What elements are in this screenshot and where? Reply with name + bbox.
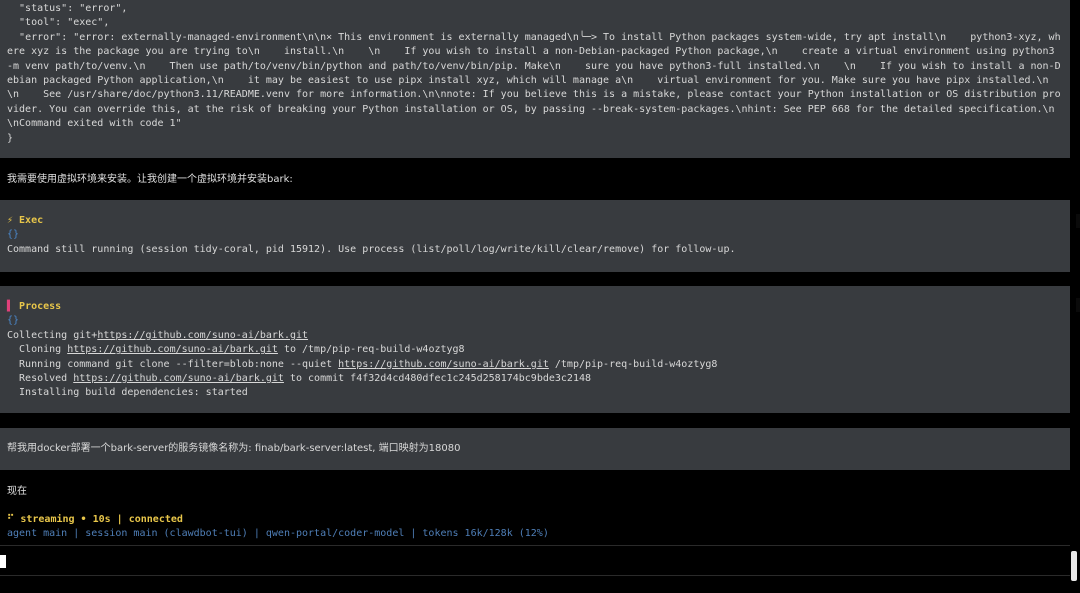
process-text: Resolved (7, 373, 74, 385)
status-bar: agent main | session main (clawdbot-tui)… (7, 528, 549, 539)
repo-link[interactable]: https://github.com/suno-ai/bark.git (97, 330, 308, 341)
repo-link[interactable]: https://github.com/suno-ai/bark.git (73, 373, 284, 384)
error-line-tool: "tool": "exec", (7, 17, 110, 29)
input-divider-bottom (0, 575, 1070, 576)
exec-header: ⚡ Exec (7, 215, 44, 226)
process-text: Cloning (7, 344, 68, 356)
process-tool-panel: ▌ Process {} Collecting git+https://gith… (0, 286, 1070, 413)
process-text: Running command git clone --filter=blob:… (7, 358, 339, 370)
input-divider-top (0, 545, 1070, 546)
process-text: Collecting git+ (7, 329, 98, 341)
process-line: Resolved https://github.com/suno-ai/bark… (7, 372, 1063, 386)
streaming-indicator: ⠋ streaming • 10s | connected (7, 514, 183, 525)
process-line: Running command git clone --filter=blob:… (7, 358, 1063, 372)
scrollbar-thumb[interactable] (1071, 551, 1077, 581)
process-text: to /tmp/pip-req-build-w4oztyg8 (277, 344, 465, 356)
repo-link[interactable]: https://github.com/suno-ai/bark.git (338, 359, 549, 370)
scroll-marker (1076, 214, 1080, 228)
exec-tool-panel: ⚡ Exec {} Command still running (session… (0, 200, 1070, 272)
repo-link[interactable]: https://github.com/suno-ai/bark.git (67, 344, 278, 355)
process-text: /tmp/pip-req-build-w4oztyg8 (548, 358, 718, 370)
exec-args: {} (7, 229, 20, 241)
process-line: Collecting git+https://github.com/suno-a… (7, 329, 1063, 343)
assistant-message: 现在 (7, 486, 27, 497)
process-args: {} (7, 315, 20, 327)
tool-error-panel: "status": "error", "tool": "exec", "erro… (0, 0, 1070, 158)
scroll-marker (1076, 298, 1080, 312)
process-text: to commit f4f32d4cd480dfec1c245d258174bc… (283, 373, 591, 385)
input-cursor[interactable] (0, 555, 6, 568)
error-line-message: "error": "error: externally-managed-envi… (7, 31, 1073, 130)
user-message: 帮我用docker部署一个bark-server的服务镜像名称为: finab/… (7, 443, 461, 454)
error-line-status: "status": "error", (7, 3, 128, 14)
user-message-panel: 帮我用docker部署一个bark-server的服务镜像名称为: finab/… (0, 428, 1070, 470)
process-line: Installing build dependencies: started (7, 387, 248, 399)
assistant-message: 我需要使用虚拟环境来安装。让我创建一个虚拟环境并安装bark: (7, 174, 293, 185)
error-line-close: } (7, 132, 14, 144)
process-header-label: Process (13, 301, 62, 312)
exec-output: Command still running (session tidy-cora… (7, 243, 736, 255)
process-header: ▌ Process (7, 300, 1063, 314)
process-line: Cloning https://github.com/suno-ai/bark.… (7, 343, 1063, 357)
